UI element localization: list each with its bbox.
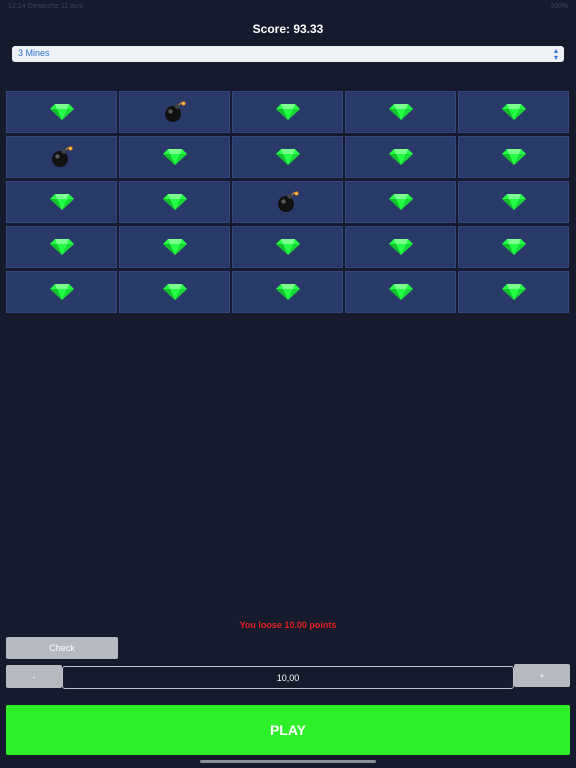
gem-icon — [501, 284, 526, 300]
grid-tile[interactable] — [458, 181, 569, 223]
grid-tile[interactable] — [345, 136, 456, 178]
status-time: 12:14 Dimanche 11 avril — [8, 3, 83, 10]
play-button[interactable]: PLAY — [6, 705, 570, 755]
grid-tile[interactable] — [345, 181, 456, 223]
grid-tile[interactable] — [458, 226, 569, 268]
gem-icon — [501, 194, 526, 210]
grid-tile[interactable] — [345, 271, 456, 313]
gem-icon — [388, 104, 413, 120]
grid-tile[interactable] — [232, 226, 343, 268]
grid-tile[interactable] — [119, 226, 230, 268]
grid-tile[interactable] — [6, 181, 117, 223]
gem-icon — [501, 149, 526, 165]
gem-icon — [49, 239, 74, 255]
result-message: You loose 10.00 points — [239, 620, 337, 630]
bet-amount-input[interactable] — [62, 666, 514, 689]
home-indicator — [200, 760, 376, 763]
status-bar: 12:14 Dimanche 11 avril 100% — [0, 0, 576, 14]
gem-icon — [501, 104, 526, 120]
increase-bet-button[interactable]: + — [514, 664, 570, 687]
check-button[interactable]: Check — [6, 637, 118, 659]
grid-tile[interactable] — [6, 91, 117, 133]
bomb-icon — [164, 101, 186, 123]
mines-select-value: 3 Mines — [18, 48, 50, 58]
grid-tile[interactable] — [119, 271, 230, 313]
gem-icon — [49, 194, 74, 210]
gem-icon — [162, 284, 187, 300]
grid-tile[interactable] — [458, 271, 569, 313]
bomb-icon — [277, 191, 299, 213]
mines-grid — [6, 91, 569, 313]
gem-icon — [275, 239, 300, 255]
grid-tile[interactable] — [6, 226, 117, 268]
gem-icon — [388, 194, 413, 210]
gem-icon — [49, 284, 74, 300]
mines-select[interactable]: 3 Mines ▴ ▾ — [12, 46, 564, 62]
gem-icon — [388, 149, 413, 165]
bomb-icon — [51, 146, 73, 168]
gem-icon — [275, 284, 300, 300]
score-label: Score: 93.33 — [252, 22, 324, 36]
grid-tile[interactable] — [119, 91, 230, 133]
grid-tile[interactable] — [458, 136, 569, 178]
gem-icon — [388, 284, 413, 300]
gem-icon — [388, 239, 413, 255]
gem-icon — [275, 149, 300, 165]
battery-level: 100% — [550, 3, 568, 10]
grid-tile[interactable] — [232, 136, 343, 178]
gem-icon — [501, 239, 526, 255]
gem-icon — [275, 104, 300, 120]
gem-icon — [162, 149, 187, 165]
gem-icon — [162, 194, 187, 210]
grid-tile[interactable] — [458, 91, 569, 133]
grid-tile[interactable] — [232, 91, 343, 133]
gem-icon — [162, 239, 187, 255]
grid-tile[interactable] — [6, 271, 117, 313]
grid-tile[interactable] — [119, 136, 230, 178]
grid-tile[interactable] — [6, 136, 117, 178]
grid-tile[interactable] — [345, 226, 456, 268]
gem-icon — [49, 104, 74, 120]
grid-tile[interactable] — [345, 91, 456, 133]
grid-tile[interactable] — [232, 181, 343, 223]
grid-tile[interactable] — [119, 181, 230, 223]
decrease-bet-button[interactable]: - — [6, 665, 62, 688]
grid-tile[interactable] — [232, 271, 343, 313]
chevron-updown-icon: ▴ ▾ — [553, 46, 558, 62]
